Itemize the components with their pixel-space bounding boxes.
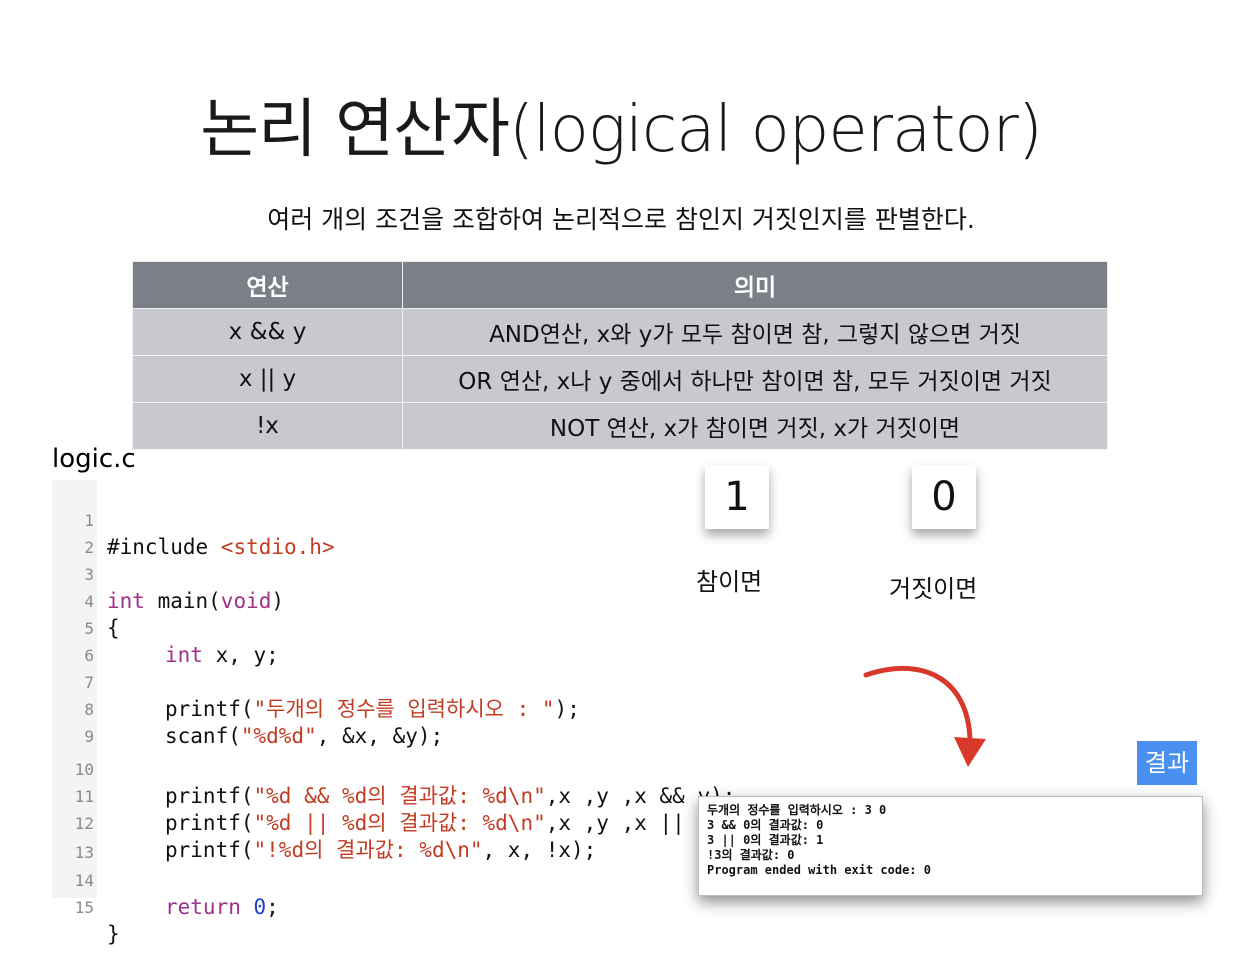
curved-arrow-icon [863,665,986,767]
code-line: 10 printf("%d && %d의 결과값: %d\n",x ,y ,x … [52,729,736,808]
code-token: "두개의 정수를 입력하시오 : " [253,697,555,721]
console-line: Program ended with exit code: 0 [707,863,931,877]
table-row: !x NOT 연산, x가 참이면 거짓, x가 거짓이면 [132,402,1108,450]
code-token: printf( [165,784,254,808]
console-line: !3의 결과값: 0 [707,848,795,862]
code-token: int [107,589,145,613]
code-token: main( [144,589,221,613]
code-line: 5 int x, y; [52,588,278,667]
code-token: , &x, &y); [316,724,444,748]
table-header: 연산 [132,261,403,309]
console-line: 3 || 0의 결과값: 1 [707,833,824,847]
table-row: x && y AND연산, x와 y가 모두 참이면 참, 그렇지 않으면 거짓 [132,308,1108,356]
slide-subtitle: 여러 개의 조건을 조합하여 논리적으로 참인지 거짓인지를 판별한다. [267,205,975,234]
code-token: printf( [165,838,254,862]
code-line: 7 printf("두개의 정수를 입력하시오 : "); [52,642,579,721]
code-token: scanf( [165,724,241,748]
code-token: , x, !x); [482,838,597,862]
table-header: 의미 [402,261,1108,309]
slide-title: 논리 연산자(logical operator) [200,93,1043,167]
code-token: ) [271,589,285,613]
code-line: 2 [52,507,103,557]
code-line: 1 #include <stdio.h> [52,480,334,559]
false-value-card: 0 [912,465,976,529]
true-value-label: 참이면 [696,568,763,596]
table-cell-meaning: AND연산, x와 y가 모두 참이면 참, 그렇지 않으면 거짓 [402,308,1108,356]
code-token: "%d && %d의 결과값: %d\n" [253,784,546,808]
code-token: void [220,589,272,613]
code-token: 0 [253,895,267,919]
code-line: 6 [52,615,103,665]
code-token: { [107,616,120,640]
true-value-card: 1 [705,465,769,529]
code-line: 9 [52,696,103,746]
table-cell-operator: !x [132,402,403,450]
table-cell-meaning: NOT 연산, x가 참이면 거짓, x가 거짓이면 [402,402,1108,450]
code-token: printf( [165,811,254,835]
code-line: 12 printf("!%d의 결과값: %d\n", x, !x); [52,783,597,862]
code-token: printf( [165,697,254,721]
code-line: 13 [52,812,103,862]
code-line: 15 } [52,867,120,946]
console-output: 두개의 정수를 입력하시오 : 3 0 3 && 0의 결과값: 0 3 || … [698,796,1203,896]
code-token: <stdio.h> [220,535,335,559]
line-number: 15 [74,898,94,917]
code-token: x, y; [202,643,279,667]
table-cell-operator: x && y [132,308,403,356]
code-filename: logic.c [52,444,136,474]
table-cell-meaning: OR 연산, x나 y 중에서 하나만 참이면 참, 모두 거짓이면 거짓 [402,355,1108,403]
code-token: "%d%d" [240,724,317,748]
table-cell-operator: x || y [132,355,403,403]
false-value-label: 거짓이면 [889,575,978,603]
code-editor: 1 #include <stdio.h> 2 3 int main(void) … [52,480,736,946]
code-line: 14 return 0; [52,840,279,919]
code-token: int [165,643,203,667]
code-line: 3 int main(void) [52,534,284,613]
result-badge: 결과 [1137,741,1197,785]
code-line: 8 scanf("%d%d", &x, &y); [52,669,443,748]
code-line: 11 printf("%d || %d의 결과값: %d\n",x ,y ,x … [52,756,736,835]
operator-table: 연산 의미 x && y AND연산, x와 y가 모두 참이면 참, 그렇지 … [132,261,1108,450]
code-token: ; [266,895,279,919]
code-line: 4 { [52,561,119,640]
code-token: ); [554,697,580,721]
code-token: "!%d의 결과값: %d\n" [253,838,483,862]
code-token: } [107,922,120,946]
table-header-row: 연산 의미 [132,261,1108,309]
code-token: return [165,895,254,919]
table-row: x || y OR 연산, x나 y 중에서 하나만 참이면 참, 모두 거짓이… [132,355,1108,403]
console-line: 3 && 0의 결과값: 0 [707,818,824,832]
console-line: 두개의 정수를 입력하시오 : 3 0 [707,803,887,817]
code-token: #include [107,535,221,559]
code-token: "%d || %d의 결과값: %d\n" [253,811,546,835]
